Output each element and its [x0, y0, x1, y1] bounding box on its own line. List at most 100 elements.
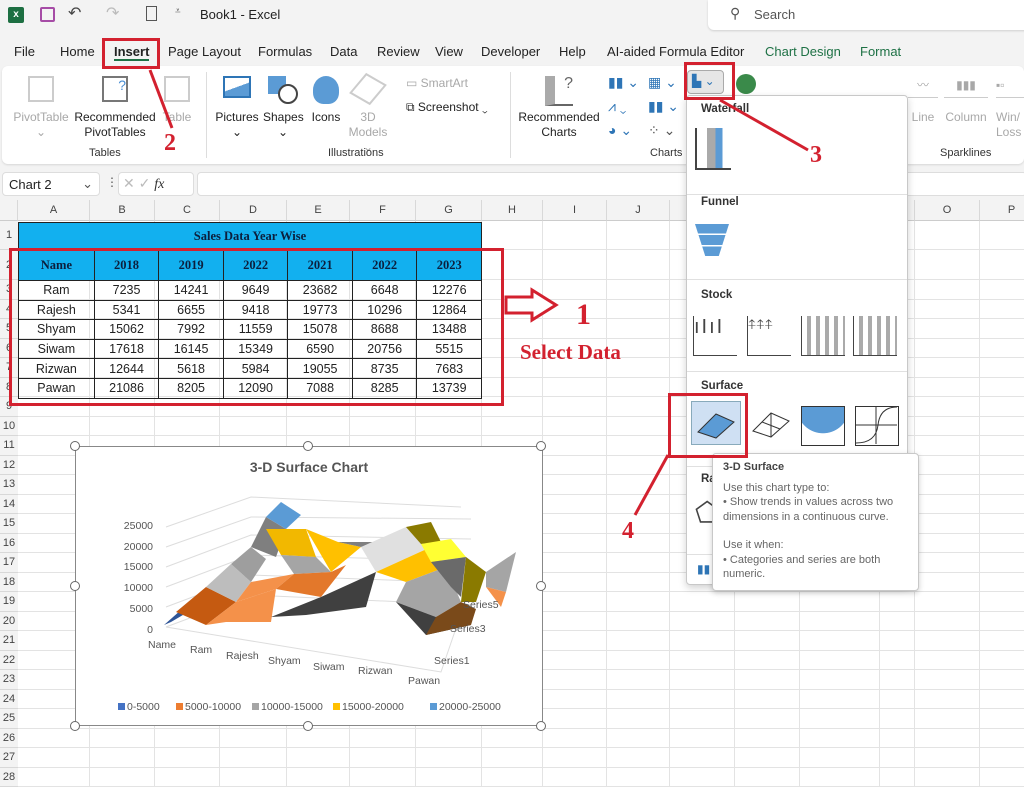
recommended-charts-button[interactable]: ? RecommendedCharts	[518, 76, 600, 140]
pie-chart-icon[interactable]: ◕ ⌄	[608, 122, 632, 139]
tab-developer[interactable]: Developer	[481, 44, 540, 59]
more-options-icon[interactable]: ⋮	[106, 175, 118, 189]
smartart-button[interactable]: ▭ SmartArt	[406, 76, 468, 91]
resize-handle[interactable]	[536, 721, 546, 731]
resize-handle[interactable]	[70, 441, 80, 451]
table-button[interactable]: Table	[160, 76, 194, 125]
waterfall-chart-option[interactable]	[695, 128, 731, 170]
resize-handle[interactable]	[536, 441, 546, 451]
column-header[interactable]: H	[482, 200, 543, 221]
resize-handle[interactable]	[70, 721, 80, 731]
column-header[interactable]: E	[287, 200, 350, 221]
resize-handle[interactable]	[303, 721, 313, 731]
sparkline-line-button[interactable]: 〰Line	[908, 78, 938, 125]
column-header[interactable]: B	[90, 200, 155, 221]
wireframe-contour-option[interactable]	[855, 406, 899, 446]
more-charts-icon[interactable]: ▮▮	[697, 562, 710, 576]
tab-review[interactable]: Review	[377, 44, 420, 59]
row-header[interactable]: 22	[0, 651, 18, 671]
recommended-pivottables-button[interactable]: ? RecommendedPivotTables	[74, 76, 156, 140]
line-chart-icon[interactable]: ⩘ ⌄	[608, 98, 626, 115]
hierarchy-chart-icon[interactable]: ▦ ⌄	[648, 74, 677, 91]
row-header[interactable]: 17	[0, 553, 18, 573]
legend-item[interactable]: 20000-25000	[430, 701, 501, 713]
insert-function-button[interactable]: fx	[154, 177, 164, 192]
tab-formulas[interactable]: Formulas	[258, 44, 312, 59]
scatter-chart-icon[interactable]: ⁘ ⌄	[648, 122, 675, 139]
row-header[interactable]: 24	[0, 690, 18, 710]
undo-icon[interactable]: ↶	[68, 3, 81, 23]
wireframe-3d-surface-option[interactable]	[747, 401, 797, 445]
row-header[interactable]: 13	[0, 475, 18, 495]
tab-view[interactable]: View	[435, 44, 463, 59]
tab-file[interactable]: File	[14, 44, 35, 59]
search-input[interactable]: ⚲ Search	[708, 0, 1024, 30]
tab-format[interactable]: Format	[860, 44, 901, 59]
statistic-chart-icon[interactable]: ▮▮ ⌄	[648, 98, 679, 115]
pivottable-button[interactable]: PivotTable⌄	[10, 76, 72, 140]
sparkline-winloss-button[interactable]: ▪▫Win/Loss	[996, 78, 1024, 140]
funnel-chart-option[interactable]	[695, 224, 729, 256]
row-header[interactable]: 21	[0, 631, 18, 651]
row-header[interactable]: 12	[0, 456, 18, 476]
legend-item[interactable]: 5000-10000	[176, 701, 241, 713]
column-header[interactable]: O	[915, 200, 980, 221]
maps-icon[interactable]	[736, 74, 756, 94]
screenshot-button[interactable]: ⧉ Screenshot ⌄	[406, 100, 488, 115]
stock-vohlc-option[interactable]	[853, 316, 897, 356]
resize-handle[interactable]	[303, 441, 313, 451]
legend-item[interactable]: 10000-15000	[252, 701, 323, 713]
row-header[interactable]: 1	[0, 221, 18, 250]
row-header[interactable]: 26	[0, 729, 18, 749]
column-header[interactable]: G	[416, 200, 482, 221]
name-box[interactable]: Chart 2⌄	[2, 172, 100, 196]
surface-chart[interactable]: 3-D Surface Chart	[75, 446, 543, 726]
row-header[interactable]: 15	[0, 514, 18, 534]
row-header[interactable]: 23	[0, 670, 18, 690]
stock-ohlc-option[interactable]: ⍏⍏⍏	[747, 316, 791, 356]
row-header[interactable]: 18	[0, 573, 18, 593]
row-header[interactable]: 25	[0, 709, 18, 729]
tab-home[interactable]: Home	[60, 44, 95, 59]
legend-item[interactable]: 15000-20000	[333, 701, 404, 713]
save-icon[interactable]	[40, 7, 55, 22]
row-header[interactable]: 16	[0, 534, 18, 554]
column-header[interactable]: P	[980, 200, 1024, 221]
print-preview-icon[interactable]	[146, 6, 157, 21]
3d-models-button[interactable]: 3DModels ⌄	[346, 76, 390, 155]
enter-icon[interactable]: ✓	[139, 175, 151, 191]
cancel-icon[interactable]: ✕	[123, 175, 135, 191]
column-chart-icon[interactable]: ▮▮ ⌄	[608, 74, 639, 91]
stock-hlc-option[interactable]: ıIıI	[693, 316, 737, 356]
row-header[interactable]: 19	[0, 592, 18, 612]
customize-toolbar-icon[interactable]: ⩡	[175, 6, 181, 17]
tab-page-layout[interactable]: Page Layout	[168, 44, 241, 59]
column-header[interactable]: A	[18, 200, 90, 221]
column-header[interactable]: I	[543, 200, 607, 221]
column-header[interactable]: F	[350, 200, 416, 221]
redo-icon[interactable]: ↷	[106, 3, 119, 23]
row-header[interactable]: 27	[0, 748, 18, 768]
tab-chart-design[interactable]: Chart Design	[765, 44, 841, 59]
resize-handle[interactable]	[70, 581, 80, 591]
column-header[interactable]: D	[220, 200, 287, 221]
column-header[interactable]: C	[155, 200, 220, 221]
column-header[interactable]: J	[607, 200, 670, 221]
row-header[interactable]: 11	[0, 436, 18, 456]
sparkline-column-button[interactable]: ▮▮▮Column	[944, 78, 988, 125]
tab-ai-formula-editor[interactable]: AI-aided Formula Editor	[607, 44, 744, 59]
resize-handle[interactable]	[536, 581, 546, 591]
tab-data[interactable]: Data	[330, 44, 357, 59]
row-header[interactable]: 28	[0, 768, 18, 787]
row-header[interactable]: 20	[0, 612, 18, 632]
row-header[interactable]: 14	[0, 495, 18, 515]
legend-item[interactable]: 0-5000	[118, 701, 160, 713]
icons-button[interactable]: Icons	[308, 76, 344, 125]
contour-option[interactable]	[801, 406, 845, 446]
pictures-button[interactable]: Pictures⌄	[214, 76, 260, 140]
row-header[interactable]: 10	[0, 417, 18, 437]
select-all[interactable]	[0, 200, 18, 221]
stock-vhlc-option[interactable]	[801, 316, 845, 356]
shapes-button[interactable]: Shapes⌄	[263, 76, 303, 140]
tab-help[interactable]: Help	[559, 44, 586, 59]
